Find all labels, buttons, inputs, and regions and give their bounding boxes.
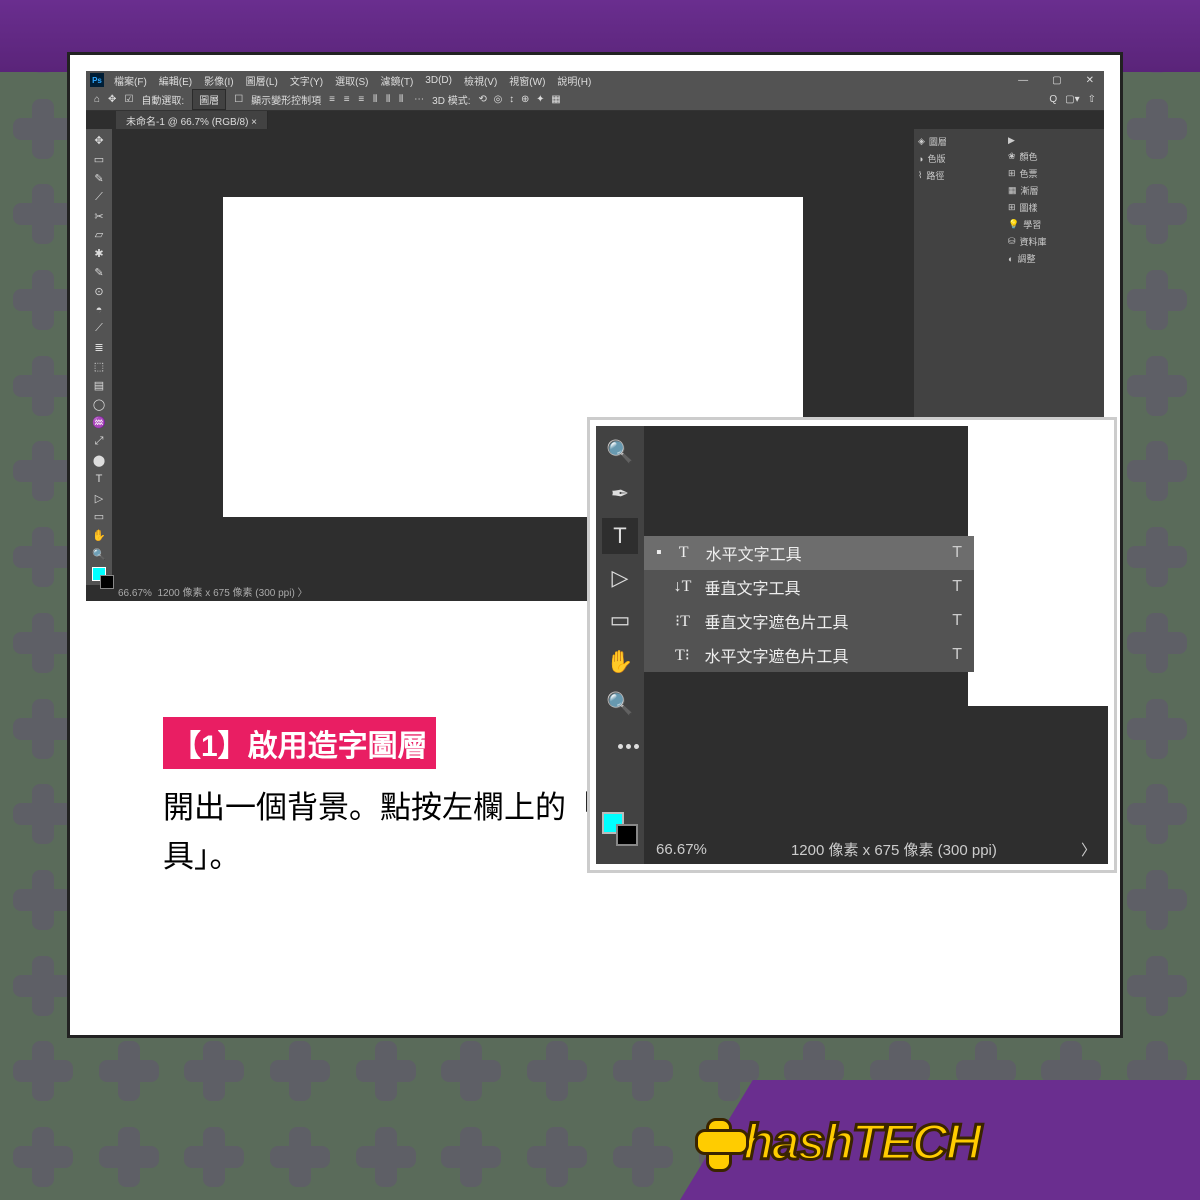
tool-button[interactable]: ▱ xyxy=(90,227,108,243)
tool-button[interactable]: ▭ xyxy=(90,509,108,525)
tool-button[interactable]: ◯ xyxy=(90,396,108,412)
tool-button[interactable]: ⤢ xyxy=(90,434,108,450)
mode-label: 3D 模式: xyxy=(432,92,470,107)
document-tabs: 未命名-1 @ 66.7% (RGB/8) × xyxy=(86,111,1104,129)
inset-tool[interactable]: ▷ xyxy=(602,560,638,596)
panel-item[interactable]: ❀顏色 xyxy=(1008,148,1100,165)
menu-item[interactable]: 檔案(F) xyxy=(108,73,153,88)
inset-zoom: 🔍 ✒ T ▷ ▭ ✋ 🔍 ▪T水平文字工具T ↓T垂直文字工具T ⁝T垂直文字遮色片工具T… xyxy=(587,417,1117,873)
panel-item[interactable]: ⊞圖樣 xyxy=(1008,199,1100,216)
tool-button[interactable]: 🔍 xyxy=(90,547,108,563)
panel-item[interactable]: ⌇路徑 xyxy=(918,167,1000,184)
flyout-item[interactable]: ⁝T垂直文字遮色片工具T xyxy=(644,604,974,638)
app-logo: Ps xyxy=(90,73,104,87)
tool-button[interactable]: ⟋ xyxy=(90,189,108,205)
flyout-item[interactable]: T⁝水平文字遮色片工具T xyxy=(644,638,974,672)
step-title: 【1】啟用造字圖層 xyxy=(163,717,436,769)
panel-item[interactable]: ⛁資料庫 xyxy=(1008,233,1100,250)
bg-swatch[interactable] xyxy=(100,575,114,589)
move-icon: ✥ xyxy=(108,94,116,105)
menu-bar: Ps 檔案(F) 編輯(E) 影像(I) 圖層(L) 文字(Y) 選取(S) 濾… xyxy=(86,71,1104,89)
tool-button[interactable]: ◓ xyxy=(90,302,108,318)
close-btn[interactable]: ✕ xyxy=(1080,75,1100,86)
type-tool-flyout: ▪T水平文字工具T ↓T垂直文字工具T ⁝T垂直文字遮色片工具T T⁝水平文字遮… xyxy=(644,536,974,672)
doc-tab[interactable]: 未命名-1 @ 66.7% (RGB/8) × xyxy=(116,111,268,129)
share-icon[interactable]: ⇧ xyxy=(1088,94,1096,105)
inset-tool[interactable]: 🔍 xyxy=(602,434,638,470)
menu-item[interactable]: 編輯(E) xyxy=(153,73,198,88)
inset-status: 66.67% 1200 像素 x 675 像素 (300 ppi) 〉 xyxy=(656,839,1096,860)
transform-label: 顯示變形控制項 xyxy=(251,92,321,107)
search-icon[interactable]: Q xyxy=(1049,94,1057,105)
tool-button[interactable]: ✱ xyxy=(90,246,108,262)
tool-button[interactable]: ♒ xyxy=(90,415,108,431)
inset-tool[interactable]: ▭ xyxy=(602,602,638,638)
panel-item[interactable]: ◐調整 xyxy=(1008,250,1100,267)
tool-button[interactable]: ▭ xyxy=(90,152,108,168)
tool-button[interactable]: ✂ xyxy=(90,208,108,224)
minimize-btn[interactable]: — xyxy=(1012,75,1034,86)
plus-icon xyxy=(689,1112,749,1172)
panel-item[interactable]: ⊞色票 xyxy=(1008,165,1100,182)
inset-tool[interactable]: ✒ xyxy=(602,476,638,512)
3d-icons[interactable]: ⟲ ◎ ↕ ⊕ ✦ ▦ xyxy=(479,94,563,105)
tool-button[interactable]: ▷ xyxy=(90,490,108,506)
tool-button[interactable]: ✋ xyxy=(90,528,108,544)
tool-button[interactable]: ⟋ xyxy=(90,321,108,337)
window-controls: — ▢ ✕ xyxy=(1012,75,1100,86)
panel-item[interactable]: ▶ xyxy=(1008,133,1100,148)
tool-button[interactable]: ✎ xyxy=(90,265,108,281)
inset-bg-swatch[interactable] xyxy=(616,824,638,846)
menu-item[interactable]: 視窗(W) xyxy=(503,73,551,88)
menu-item[interactable]: 文字(Y) xyxy=(284,73,329,88)
tool-button[interactable]: ≣ xyxy=(90,340,108,356)
flyout-item[interactable]: ▪T水平文字工具T xyxy=(644,536,974,570)
menu-item[interactable]: 圖層(L) xyxy=(240,73,284,88)
menu-item[interactable]: 濾鏡(T) xyxy=(375,73,420,88)
autoselect-label: 自動選取: xyxy=(141,92,184,107)
menu-item[interactable]: 選取(S) xyxy=(329,73,374,88)
panel-item[interactable]: ▦漸層 xyxy=(1008,182,1100,199)
inset-tool[interactable]: T xyxy=(602,518,638,554)
align-icons[interactable]: ≡ ≡ ≡ ⫴ ⫴ ⫴ xyxy=(329,94,406,105)
inset-canvas xyxy=(968,426,1108,706)
brand-logo: hashTECH xyxy=(689,1112,980,1172)
panel-item[interactable]: 💡學習 xyxy=(1008,216,1100,233)
menu-item[interactable]: 說明(H) xyxy=(551,73,597,88)
brand-text: hashTECH xyxy=(743,1113,980,1171)
options-bar: ⌂ ✥ ☑ 自動選取: 圖層 ☐ 顯示變形控制項 ≡ ≡ ≡ ⫴ ⫴ ⫴ ⋯ 3… xyxy=(86,89,1104,111)
panel-item[interactable]: ◈圖層 xyxy=(918,133,1000,150)
home-icon[interactable]: ⌂ xyxy=(94,94,100,105)
tool-button[interactable]: ⬚ xyxy=(90,359,108,375)
panel-item[interactable]: ◑色版 xyxy=(918,150,1000,167)
more-icon[interactable]: ⋯ xyxy=(414,94,424,105)
menu-item[interactable]: 3D(D) xyxy=(419,75,458,86)
tool-button[interactable]: T xyxy=(90,471,108,487)
tool-button[interactable]: ✎ xyxy=(90,171,108,187)
screen-icon[interactable]: ▢▾ xyxy=(1065,94,1079,105)
menu-item[interactable]: 檢視(V) xyxy=(458,73,503,88)
status-bar: 66.67% 1200 像素 x 675 像素 (300 ppi) 〉 xyxy=(116,582,310,601)
maximize-btn[interactable]: ▢ xyxy=(1046,75,1067,86)
tool-button[interactable]: ⬤ xyxy=(90,453,108,469)
tool-button[interactable]: ⊙ xyxy=(90,283,108,299)
flyout-item[interactable]: ↓T垂直文字工具T xyxy=(644,570,974,604)
tool-palette: ✥▭✎⟋✂▱✱✎⊙◓⟋≣⬚▤◯♒⤢⬤T▷▭✋🔍⋯ xyxy=(86,129,112,585)
tool-button[interactable]: ▤ xyxy=(90,377,108,393)
inset-toolbar: 🔍 ✒ T ▷ ▭ ✋ 🔍 xyxy=(596,426,644,864)
inset-tool[interactable]: 🔍 xyxy=(602,686,638,722)
inset-tool[interactable]: ✋ xyxy=(602,644,638,680)
menu-item[interactable]: 影像(I) xyxy=(198,73,239,88)
inset-tool[interactable] xyxy=(602,728,638,764)
layer-dropdown[interactable]: 圖層 xyxy=(192,89,226,110)
tool-button[interactable]: ✥ xyxy=(90,133,108,149)
